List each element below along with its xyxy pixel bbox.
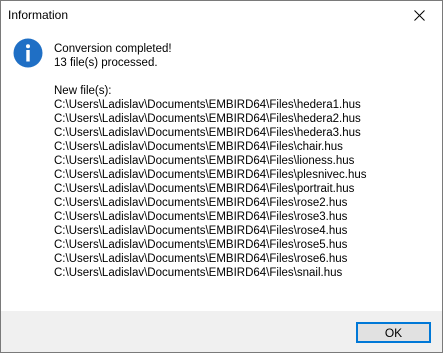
file-path: C:\Users\Ladislav\Documents\EMBIRD64\Fil… [54,239,348,251]
file-path: C:\Users\Ladislav\Documents\EMBIRD64\Fil… [54,113,361,125]
file-path: C:\Users\Ladislav\Documents\EMBIRD64\Fil… [54,225,348,237]
close-icon [413,10,425,21]
new-files-label: New file(s): [54,85,112,97]
file-path: C:\Users\Ladislav\Documents\EMBIRD64\Fil… [54,253,348,265]
file-path: C:\Users\Ladislav\Documents\EMBIRD64\Fil… [54,169,367,181]
dialog-content: Conversion completed! 13 file(s) process… [1,30,442,311]
file-path: C:\Users\Ladislav\Documents\EMBIRD64\Fil… [54,99,361,111]
file-path: C:\Users\Ladislav\Documents\EMBIRD64\Fil… [54,141,343,153]
file-path: C:\Users\Ladislav\Documents\EMBIRD64\Fil… [54,127,361,139]
window-title: Information [8,8,69,22]
processed-count-text: 13 file(s) processed. [54,57,158,69]
ok-button[interactable]: OK [356,322,431,343]
button-bar: OK [1,311,442,352]
info-icon [13,38,43,68]
headline-text: Conversion completed! [54,43,172,55]
file-path: C:\Users\Ladislav\Documents\EMBIRD64\Fil… [54,197,348,209]
close-button[interactable] [396,1,442,30]
title-bar[interactable]: Information [1,1,442,30]
file-path: C:\Users\Ladislav\Documents\EMBIRD64\Fil… [54,155,355,167]
message-text: Conversion completed! 13 file(s) process… [54,42,434,280]
file-path: C:\Users\Ladislav\Documents\EMBIRD64\Fil… [54,267,343,279]
file-path: C:\Users\Ladislav\Documents\EMBIRD64\Fil… [54,183,355,195]
information-dialog: Information Conversion completed! 13 fil… [0,0,443,353]
file-path: C:\Users\Ladislav\Documents\EMBIRD64\Fil… [54,211,348,223]
